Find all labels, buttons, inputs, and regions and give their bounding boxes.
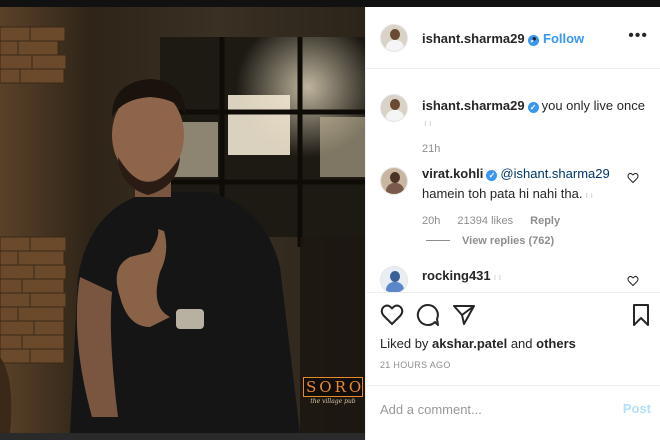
more-horizontal-icon[interactable]: ••• (628, 27, 648, 45)
comment-time: 20h (422, 215, 441, 227)
caption-username[interactable]: ishant.sharma29 (422, 98, 525, 113)
comment-username[interactable]: rocking431 (422, 268, 491, 283)
view-replies-button[interactable]: View replies (762) (426, 235, 554, 247)
verified-badge-icon: ✓ (527, 102, 539, 113)
caption-mark: ı ı (424, 118, 432, 128)
venue-logo: SORO the village pub (303, 377, 363, 405)
replies-divider (426, 240, 450, 241)
liked-by-summary: Liked by akshar.patel and others (380, 336, 576, 351)
author-username-text[interactable]: ishant.sharma29 (422, 31, 525, 46)
post-side-panel: ishant.sharma29 ✓ • Follow ••• ishant.sha… (365, 7, 660, 440)
comment-avatar[interactable] (380, 167, 408, 195)
caption: ishant.sharma29 ✓ you only live once (422, 98, 645, 113)
comment-text: hamein toh pata hi nahi tha. ı ı (422, 186, 593, 201)
post-header: ishant.sharma29 ✓ • Follow ••• (366, 7, 660, 69)
comment-avatar[interactable] (380, 266, 408, 292)
caption-time: 21h (422, 143, 441, 155)
comment-like-heart-icon[interactable] (627, 172, 639, 184)
comment-mark: ı ı (493, 272, 502, 282)
bookmark-save-icon[interactable] (629, 303, 653, 327)
post-photo[interactable]: SORO the village pub (0, 7, 365, 433)
liked-by-others[interactable]: others (536, 336, 576, 351)
top-strip (0, 0, 660, 7)
comment-like-heart-icon[interactable] (627, 275, 639, 287)
liked-by-user[interactable]: akshar.patel (432, 336, 507, 351)
follow-button[interactable]: Follow (543, 31, 584, 46)
venue-logo-sub: the village pub (310, 398, 356, 405)
add-comment-bar: Post (366, 385, 660, 440)
verified-badge-icon: ✓ (486, 170, 498, 181)
like-heart-icon[interactable] (380, 303, 404, 327)
share-send-icon[interactable] (452, 303, 476, 327)
caption-avatar[interactable] (380, 94, 408, 122)
comment-mark: ı ı (585, 190, 593, 200)
post-timestamp[interactable]: 21 HOURS AGO (380, 360, 451, 370)
comment-mention[interactable]: @ishant.sharma29 (500, 166, 609, 181)
bottom-strip (0, 433, 365, 440)
liked-by-and: and (510, 336, 533, 351)
author-avatar[interactable] (380, 24, 408, 52)
venue-logo-main: SORO (303, 377, 363, 397)
post-comment-button[interactable]: Post (623, 401, 651, 416)
comment-body: hamein toh pata hi nahi tha. (422, 186, 583, 201)
caption-text: you only live once (541, 98, 645, 113)
comments-list[interactable]: ishant.sharma29 ✓ you only live once ı ı 2… (366, 70, 660, 292)
photo-illustration (0, 7, 365, 433)
comment-input[interactable] (380, 399, 610, 419)
reply-button[interactable]: Reply (530, 215, 560, 227)
comment-header: virat.kohli ✓ @ishant.sharma29 (422, 166, 610, 181)
comment-likes[interactable]: 21394 likes (457, 215, 513, 227)
comment-meta: 20h 21394 likes Reply (422, 215, 574, 227)
liked-by-prefix: Liked by (380, 336, 429, 351)
view-replies-label[interactable]: View replies (762) (462, 235, 554, 247)
comment-username[interactable]: virat.kohli (422, 166, 483, 181)
comment-header: rocking431 ı ı (422, 268, 501, 283)
header-separator: • (532, 31, 537, 46)
author-username[interactable]: ishant.sharma29 ✓ (422, 31, 539, 46)
comment-bubble-icon[interactable] (416, 303, 440, 327)
